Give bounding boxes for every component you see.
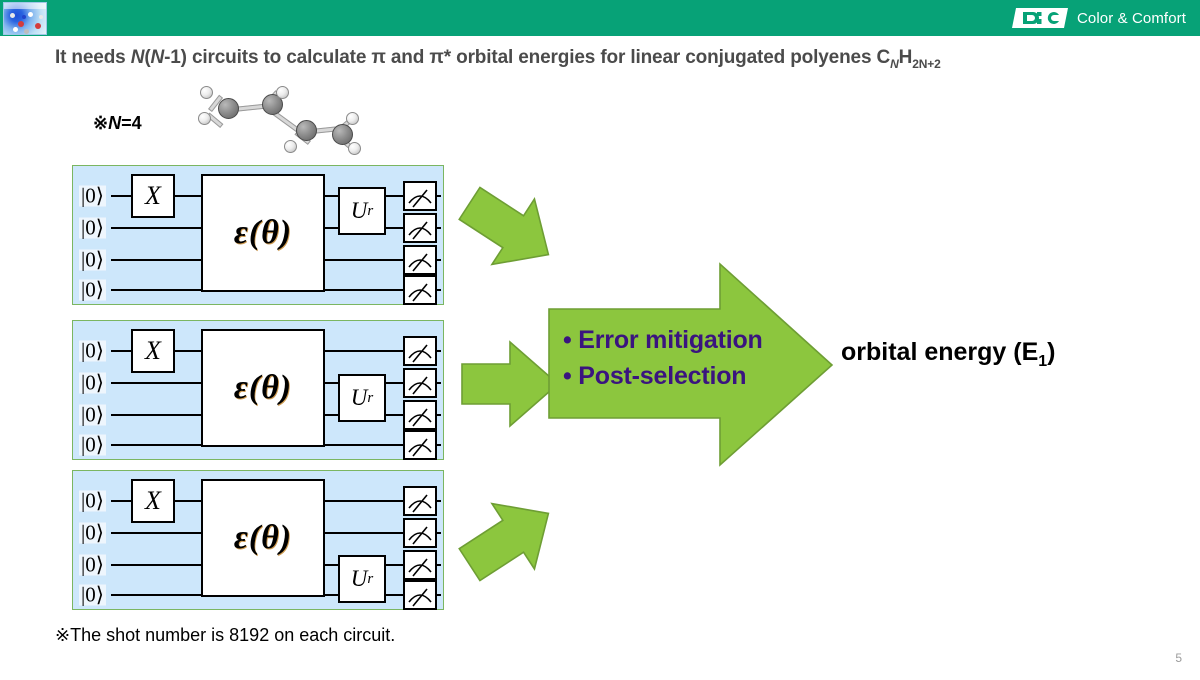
measurement-gate[interactable] bbox=[403, 518, 437, 548]
title-h: H bbox=[898, 47, 913, 68]
measurement-gate[interactable] bbox=[403, 486, 437, 516]
note-marker: ※ bbox=[93, 113, 109, 133]
process-arrow-text: • Error mitigation • Post-selection bbox=[563, 322, 763, 395]
qubit-label: |0⟩ bbox=[79, 370, 106, 395]
measurement-gate[interactable] bbox=[403, 430, 437, 460]
rotation-gate-label: U bbox=[350, 566, 368, 591]
orbital-energy-result: orbital energy (E1) bbox=[841, 338, 1056, 371]
dic-logo-icon bbox=[1011, 6, 1068, 30]
qubit-label: |0⟩ bbox=[79, 183, 106, 208]
page-title: It needs N(N-1) circuits to calculate π … bbox=[55, 47, 941, 71]
qubit-label: |0⟩ bbox=[79, 247, 106, 272]
ansatz-gate-label: ε(θ) bbox=[233, 214, 293, 251]
bullet-post-selection: • Post-selection bbox=[563, 362, 747, 391]
measurement-gate[interactable] bbox=[403, 336, 437, 366]
page-number: 5 bbox=[1175, 651, 1182, 665]
result-label: orbital energy (E bbox=[841, 338, 1039, 366]
header-bar: Color & Comfort bbox=[0, 0, 1200, 36]
measurement-gate[interactable] bbox=[403, 550, 437, 580]
qubit-label: |0⟩ bbox=[79, 277, 106, 302]
x-gate[interactable]: X bbox=[131, 329, 175, 373]
result-suffix: ) bbox=[1047, 338, 1056, 366]
rotation-gate[interactable]: Ur bbox=[338, 374, 386, 422]
measurement-gate[interactable] bbox=[403, 245, 437, 275]
measurement-gate[interactable] bbox=[403, 400, 437, 430]
measurement-gate[interactable] bbox=[403, 368, 437, 398]
title-n1: N bbox=[130, 47, 145, 68]
title-rest: -1) circuits to calculate π and π* orbit… bbox=[164, 47, 891, 68]
x-gate[interactable]: X bbox=[131, 174, 175, 218]
measurement-gate[interactable] bbox=[403, 181, 437, 211]
thumbnail-caption-strip bbox=[4, 3, 46, 9]
rotation-gate[interactable]: Ur bbox=[338, 187, 386, 235]
measurement-gate[interactable] bbox=[403, 213, 437, 243]
qubit-label: |0⟩ bbox=[79, 338, 106, 363]
note-n-symbol: N bbox=[108, 113, 122, 133]
qubit-label: |0⟩ bbox=[79, 432, 106, 457]
measurement-gate[interactable] bbox=[403, 580, 437, 610]
title-prefix: It needs bbox=[55, 47, 131, 68]
result-subscript: 1 bbox=[1038, 353, 1048, 370]
ansatz-gate[interactable]: ε(θ) bbox=[201, 479, 325, 597]
note-n-value: =4 bbox=[121, 113, 142, 133]
quantum-circuit-2: |0⟩ |0⟩ |0⟩ |0⟩ X ε(θ) Ur bbox=[72, 320, 444, 460]
flow-arrow-3-icon bbox=[452, 482, 567, 602]
molecular-thumbnail-icon bbox=[3, 2, 47, 35]
qubit-label: |0⟩ bbox=[79, 582, 106, 607]
qubit-label: |0⟩ bbox=[79, 402, 106, 427]
ansatz-gate[interactable]: ε(θ) bbox=[201, 174, 325, 292]
bullet-error-mitigation: • Error mitigation bbox=[563, 326, 763, 354]
title-sub-2n2: 2N+2 bbox=[912, 56, 941, 71]
rotation-gate-sub: r bbox=[367, 570, 374, 587]
rotation-gate[interactable]: Ur bbox=[338, 555, 386, 603]
qubit-label: |0⟩ bbox=[79, 488, 106, 513]
rotation-gate-label: U bbox=[350, 198, 368, 223]
brand-tagline: Color & Comfort bbox=[1076, 9, 1186, 27]
x-gate[interactable]: X bbox=[131, 479, 175, 523]
rotation-gate-sub: r bbox=[367, 389, 374, 406]
qubit-label: |0⟩ bbox=[79, 215, 106, 240]
rotation-gate-sub: r bbox=[367, 202, 374, 219]
qubit-label: |0⟩ bbox=[79, 520, 106, 545]
ansatz-gate[interactable]: ε(θ) bbox=[201, 329, 325, 447]
ansatz-gate-label: ε(θ) bbox=[233, 519, 293, 556]
shot-number-footnote: ※The shot number is 8192 on each circuit… bbox=[55, 625, 396, 645]
qubit-label: |0⟩ bbox=[79, 552, 106, 577]
ansatz-gate-label: ε(θ) bbox=[233, 369, 293, 406]
quantum-circuit-3: |0⟩ |0⟩ |0⟩ |0⟩ X ε(θ) Ur bbox=[72, 470, 444, 610]
butadiene-molecule-graphic bbox=[196, 86, 366, 155]
title-n2: N bbox=[150, 47, 165, 68]
n-value-note: ※N=4 bbox=[93, 113, 142, 134]
title-sub-n: N bbox=[890, 56, 899, 71]
brand-lockup: Color & Comfort bbox=[1011, 0, 1186, 36]
quantum-circuit-1: |0⟩ |0⟩ |0⟩ |0⟩ X ε(θ) Ur bbox=[72, 165, 444, 305]
rotation-gate-label: U bbox=[350, 385, 368, 410]
measurement-gate[interactable] bbox=[403, 275, 437, 305]
